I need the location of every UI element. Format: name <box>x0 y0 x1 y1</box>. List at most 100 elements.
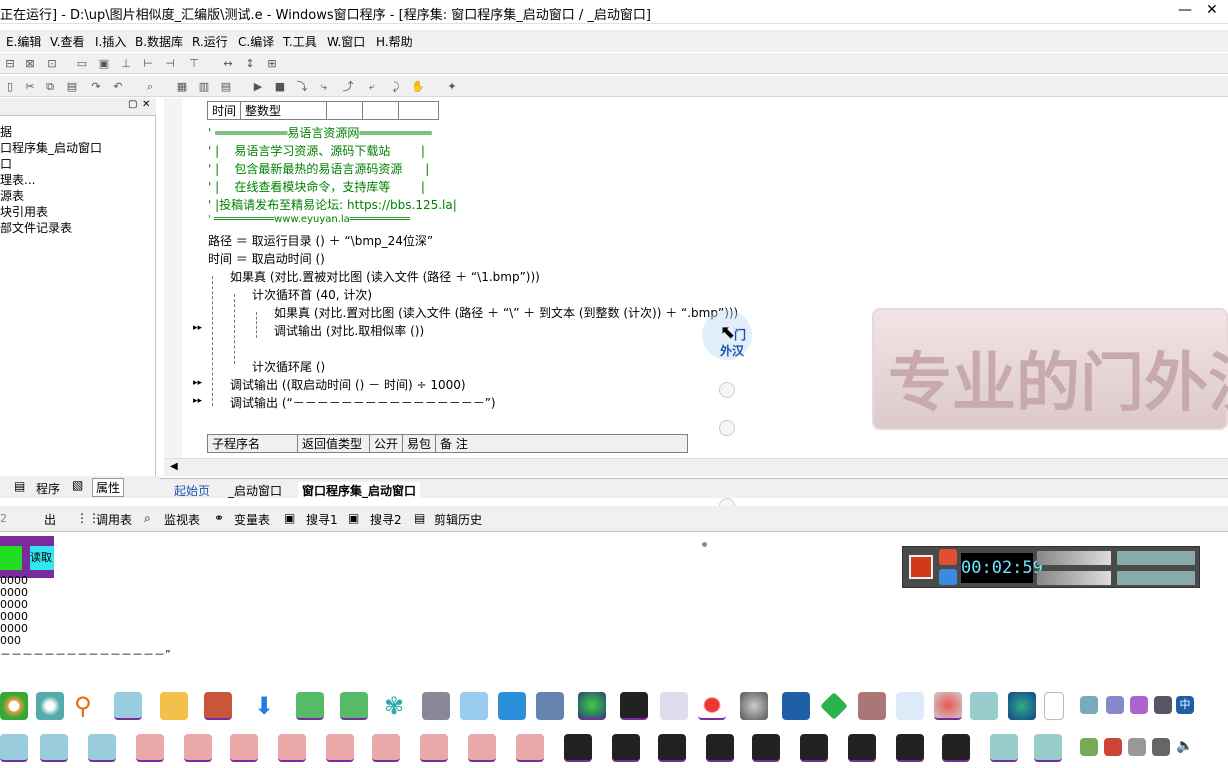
align-icon[interactable]: ▣ <box>96 56 112 71</box>
tab-call-table[interactable]: 调用表 <box>96 511 132 528</box>
app-icon[interactable] <box>740 692 768 720</box>
tab-properties[interactable]: 属性 <box>92 478 125 497</box>
tree-item[interactable]: 理表... <box>0 171 35 188</box>
app-icon[interactable] <box>136 734 164 762</box>
tab-variables[interactable]: 变量表 <box>234 511 270 528</box>
align-icon[interactable]: ⊥ <box>118 56 134 71</box>
close-icon[interactable]: ✕ <box>142 99 150 110</box>
breakpoint-marker[interactable]: ▸▸ <box>193 323 202 333</box>
7zip-icon[interactable] <box>564 734 592 762</box>
cut-icon[interactable]: ✂ <box>22 79 38 94</box>
layout-icon[interactable]: ▦ <box>174 79 190 94</box>
pause-icon[interactable] <box>939 569 957 585</box>
7zip-icon[interactable] <box>658 734 686 762</box>
line-number-field[interactable]: 2 <box>0 512 7 525</box>
tab-start-window[interactable]: _启动窗口 <box>228 482 282 499</box>
code-line[interactable]: 调试输出 ((取启动时间 () － 时间) ÷ 1000) <box>230 376 466 393</box>
menu-window[interactable]: W.窗口 <box>327 33 365 50</box>
step-icon[interactable]: ⤵ <box>294 79 310 94</box>
breakpoint-marker[interactable]: ▸▸ <box>193 378 202 388</box>
menu-run[interactable]: R.运行 <box>192 33 228 50</box>
7zip-icon[interactable] <box>706 734 734 762</box>
menu-database[interactable]: B.数据库 <box>135 33 183 50</box>
chrome-icon[interactable] <box>0 692 28 720</box>
find-icon[interactable]: ⌕ <box>142 79 158 94</box>
empty-cell[interactable] <box>362 101 400 120</box>
file-icon[interactable] <box>1044 692 1064 720</box>
app-icon[interactable] <box>990 734 1018 762</box>
code-line[interactable]: 调试输出 (对比.取相似率 ()) <box>274 322 424 339</box>
minimize-button[interactable]: — <box>1178 2 1192 18</box>
menu-help[interactable]: H.帮助 <box>376 33 413 50</box>
align-icon[interactable]: ⊟ <box>2 56 18 71</box>
menu-compile[interactable]: C.编译 <box>238 33 274 50</box>
tab-window-assembly[interactable]: 窗口程序集_启动窗口 <box>298 482 421 499</box>
app-icon[interactable] <box>184 734 212 762</box>
app-icon[interactable] <box>660 692 688 720</box>
step-icon[interactable]: ⤶ <box>364 79 380 94</box>
size-icon[interactable]: ⊞ <box>264 56 280 71</box>
tab-program[interactable]: 程序 <box>36 480 60 497</box>
tray-icon[interactable] <box>1154 696 1172 714</box>
restore-icon[interactable]: ▢ <box>128 99 137 110</box>
globe-icon[interactable] <box>578 692 606 720</box>
7zip-icon[interactable] <box>896 734 924 762</box>
var-name-cell[interactable]: 时间 <box>206 101 242 120</box>
undo-icon[interactable]: ↶ <box>110 79 126 94</box>
menu-tools[interactable]: T.工具 <box>283 33 317 50</box>
step-icon[interactable]: ⤸ <box>388 79 404 94</box>
code-line[interactable]: 计次循环尾 () <box>252 358 325 375</box>
scroll-left-icon[interactable]: ◀ <box>170 461 178 472</box>
step-icon[interactable]: ⤷ <box>316 79 332 94</box>
align-icon[interactable]: ⊡ <box>44 56 60 71</box>
app-icon[interactable] <box>230 734 258 762</box>
align-icon[interactable]: ⊠ <box>22 56 38 71</box>
align-icon[interactable]: ▭ <box>74 56 90 71</box>
mic-volume[interactable] <box>1037 571 1111 585</box>
tab-watch[interactable]: 监视表 <box>164 511 200 528</box>
code-line[interactable]: 如果真 (对比.置对比图 (读入文件 (路径 ＋ “\” ＋ 到文本 (到整数 … <box>274 304 738 321</box>
record-button[interactable] <box>909 555 933 579</box>
code-line[interactable]: 如果真 (对比.置被对比图 (读入文件 (路径 ＋ “\1.bmp”))) <box>230 268 540 285</box>
bmp-icon[interactable] <box>296 692 324 720</box>
code-line[interactable]: 时间 ＝ 取启动时间 () <box>208 250 325 267</box>
code-line[interactable]: 调试输出 (“－－－－－－－－－－－－－－－－”) <box>230 394 496 411</box>
menu-insert[interactable]: I.插入 <box>95 33 126 50</box>
green-button[interactable] <box>0 546 22 570</box>
paste-icon[interactable]: ▤ <box>64 79 80 94</box>
tray-icon[interactable] <box>1130 696 1148 714</box>
app-icon[interactable] <box>420 734 448 762</box>
tray-icon[interactable] <box>1080 738 1098 756</box>
volume-icon[interactable]: 🔈 <box>1176 738 1194 756</box>
tray-icon[interactable] <box>1080 696 1098 714</box>
search-app-icon[interactable]: ⚲ <box>74 692 102 720</box>
stop-icon[interactable]: ■ <box>272 79 288 94</box>
app-icon[interactable] <box>372 734 400 762</box>
app-icon[interactable] <box>858 692 886 720</box>
read-button[interactable]: 读取 <box>30 546 54 570</box>
7zip-icon[interactable] <box>612 734 640 762</box>
app-icon[interactable] <box>498 692 526 720</box>
align-icon[interactable]: ⊤ <box>186 56 202 71</box>
tab-find1[interactable]: 搜寻1 <box>306 511 338 528</box>
app-icon[interactable] <box>896 692 924 720</box>
7zip-icon[interactable] <box>942 734 970 762</box>
menu-edit[interactable]: E.编辑 <box>6 33 41 50</box>
laptop-icon[interactable] <box>114 692 142 720</box>
hand-icon[interactable]: ✋ <box>410 79 426 94</box>
app-icon[interactable] <box>278 734 306 762</box>
speaker-volume[interactable] <box>1037 551 1111 565</box>
empty-cell[interactable] <box>398 101 440 120</box>
app-icon[interactable] <box>40 734 68 762</box>
download-icon[interactable]: ⬇ <box>250 692 278 720</box>
folder-icon[interactable] <box>160 692 188 720</box>
debug-icon[interactable]: ✦ <box>444 79 460 94</box>
recorder-tools[interactable] <box>1117 551 1195 565</box>
tree-item[interactable]: 部文件记录表 <box>0 219 72 236</box>
horizontal-scrollbar[interactable]: ◀ <box>164 458 1228 476</box>
code-line[interactable]: 计次循环首 (40, 计次) <box>252 286 372 303</box>
layout-icon[interactable]: ▥ <box>196 79 212 94</box>
recorder-modes[interactable] <box>1117 571 1195 585</box>
copy-icon[interactable]: ⧉ <box>42 79 58 94</box>
run-icon[interactable]: ▶ <box>250 79 266 94</box>
